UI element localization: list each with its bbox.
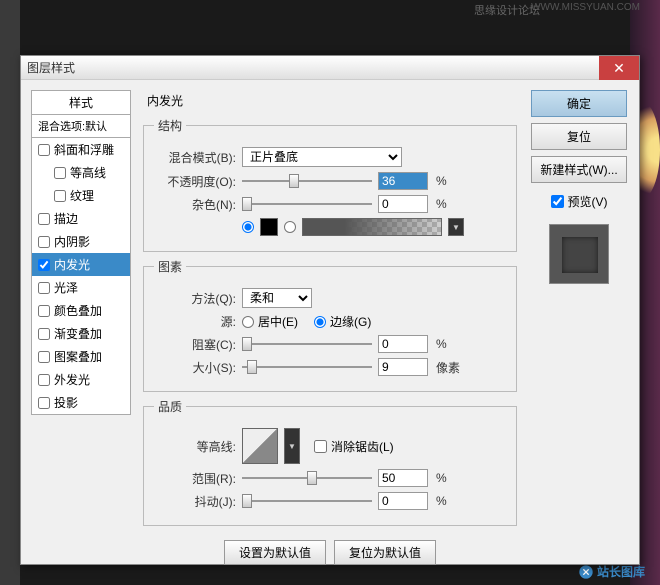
checkbox-drop-shadow[interactable] (38, 397, 50, 409)
style-pattern-overlay[interactable]: 图案叠加 (32, 345, 130, 368)
opacity-input[interactable] (378, 172, 428, 190)
style-gradient-overlay[interactable]: 渐变叠加 (32, 322, 130, 345)
choke-unit: % (436, 337, 447, 351)
ok-button[interactable]: 确定 (531, 90, 627, 117)
checkbox-satin[interactable] (38, 282, 50, 294)
gradient-dropdown-icon[interactable]: ▼ (448, 218, 464, 236)
opacity-slider[interactable] (242, 173, 372, 189)
elements-legend: 图素 (154, 258, 186, 275)
choke-input[interactable] (378, 335, 428, 353)
styles-header[interactable]: 样式 (31, 90, 131, 114)
opacity-unit: % (436, 174, 447, 188)
close-button[interactable]: ✕ (599, 56, 639, 80)
size-label: 大小(S): (154, 359, 236, 376)
blend-mode-select[interactable]: 正片叠底 (242, 147, 402, 167)
range-label: 范围(R): (154, 470, 236, 487)
new-style-button[interactable]: 新建样式(W)... (531, 156, 627, 183)
checkbox-stroke[interactable] (38, 213, 50, 225)
checkbox-texture[interactable] (54, 190, 66, 202)
source-center-label: 居中(E) (258, 313, 298, 330)
color-swatch[interactable] (260, 218, 278, 236)
set-default-button[interactable]: 设置为默认值 (224, 540, 326, 565)
color-radio-gradient[interactable] (284, 221, 296, 233)
style-satin[interactable]: 光泽 (32, 276, 130, 299)
checkbox-color-overlay[interactable] (38, 305, 50, 317)
range-input[interactable] (378, 469, 428, 487)
checkbox-bevel[interactable] (38, 144, 50, 156)
watermark-top-text: 思缘设计论坛 (474, 2, 540, 18)
blend-options-default[interactable]: 混合选项:默认 (31, 114, 131, 138)
quality-legend: 品质 (154, 398, 186, 415)
style-color-overlay[interactable]: 颜色叠加 (32, 299, 130, 322)
structure-legend: 结构 (154, 117, 186, 134)
cancel-button[interactable]: 复位 (531, 123, 627, 150)
style-bevel-emboss[interactable]: 斜面和浮雕 (32, 138, 130, 161)
quality-group: 品质 等高线: ▼ 消除锯齿(L) 范围(R): % 抖动(J): (143, 398, 517, 526)
logo-icon (578, 564, 594, 580)
right-panel: 确定 复位 新建样式(W)... 预览(V) (529, 90, 629, 554)
style-inner-glow[interactable]: 内发光 (32, 253, 130, 276)
watermark-top-url: WWW.MISSYUAN.COM (531, 2, 640, 13)
technique-select[interactable]: 柔和 (242, 288, 312, 308)
contour-label: 等高线: (154, 438, 236, 455)
checkbox-outer-glow[interactable] (38, 374, 50, 386)
style-texture[interactable]: 纹理 (32, 184, 130, 207)
technique-label: 方法(Q): (154, 290, 236, 307)
antialias-label: 消除锯齿(L) (331, 438, 394, 455)
source-edge-radio[interactable] (314, 316, 326, 328)
style-stroke[interactable]: 描边 (32, 207, 130, 230)
style-outer-glow[interactable]: 外发光 (32, 368, 130, 391)
contour-picker[interactable] (242, 428, 278, 464)
noise-label: 杂色(N): (154, 196, 236, 213)
checkbox-inner-shadow[interactable] (38, 236, 50, 248)
preview-checkbox[interactable] (551, 195, 564, 208)
contour-dropdown-icon[interactable]: ▼ (284, 428, 300, 464)
jitter-label: 抖动(J): (154, 493, 236, 510)
style-drop-shadow[interactable]: 投影 (32, 391, 130, 414)
size-slider[interactable] (242, 359, 372, 375)
checkbox-pattern-overlay[interactable] (38, 351, 50, 363)
jitter-unit: % (436, 494, 447, 508)
main-panel: 内发光 结构 混合模式(B): 正片叠底 不透明度(O): % 杂色(N): (139, 90, 521, 554)
reset-default-button[interactable]: 复位为默认值 (334, 540, 436, 565)
opacity-label: 不透明度(O): (154, 173, 236, 190)
blend-mode-label: 混合模式(B): (154, 149, 236, 166)
range-unit: % (436, 471, 447, 485)
antialias-checkbox[interactable] (314, 440, 327, 453)
source-center-radio[interactable] (242, 316, 254, 328)
styles-list: 斜面和浮雕 等高线 纹理 描边 内阴影 内发光 光泽 颜色叠加 渐变叠加 图案叠… (31, 138, 131, 415)
range-slider[interactable] (242, 470, 372, 486)
style-inner-shadow[interactable]: 内阴影 (32, 230, 130, 253)
dialog-title: 图层样式 (27, 59, 75, 76)
noise-input[interactable] (378, 195, 428, 213)
titlebar: 图层样式 ✕ (21, 56, 639, 80)
preview-label: 预览(V) (568, 193, 608, 210)
checkbox-inner-glow[interactable] (38, 259, 50, 271)
elements-group: 图素 方法(Q): 柔和 源: 居中(E) 边缘(G) 阻塞(C): % (143, 258, 517, 392)
watermark-bottom: 站长图库 (578, 563, 645, 580)
jitter-input[interactable] (378, 492, 428, 510)
structure-group: 结构 混合模式(B): 正片叠底 不透明度(O): % 杂色(N): % (143, 117, 517, 252)
source-edge-label: 边缘(G) (330, 313, 371, 330)
noise-unit: % (436, 197, 447, 211)
size-input[interactable] (378, 358, 428, 376)
color-radio-solid[interactable] (242, 221, 254, 233)
size-unit: 像素 (436, 359, 460, 376)
jitter-slider[interactable] (242, 493, 372, 509)
source-label: 源: (154, 313, 236, 330)
checkbox-contour[interactable] (54, 167, 66, 179)
noise-slider[interactable] (242, 196, 372, 212)
main-title: 内发光 (143, 90, 517, 111)
styles-panel: 样式 混合选项:默认 斜面和浮雕 等高线 纹理 描边 内阴影 内发光 光泽 颜色… (31, 90, 131, 554)
gradient-picker[interactable] (302, 218, 442, 236)
checkbox-gradient-overlay[interactable] (38, 328, 50, 340)
layer-style-dialog: 图层样式 ✕ 样式 混合选项:默认 斜面和浮雕 等高线 纹理 描边 内阴影 内发… (20, 55, 640, 565)
style-contour[interactable]: 等高线 (32, 161, 130, 184)
preview-box (549, 224, 609, 284)
choke-slider[interactable] (242, 336, 372, 352)
choke-label: 阻塞(C): (154, 336, 236, 353)
